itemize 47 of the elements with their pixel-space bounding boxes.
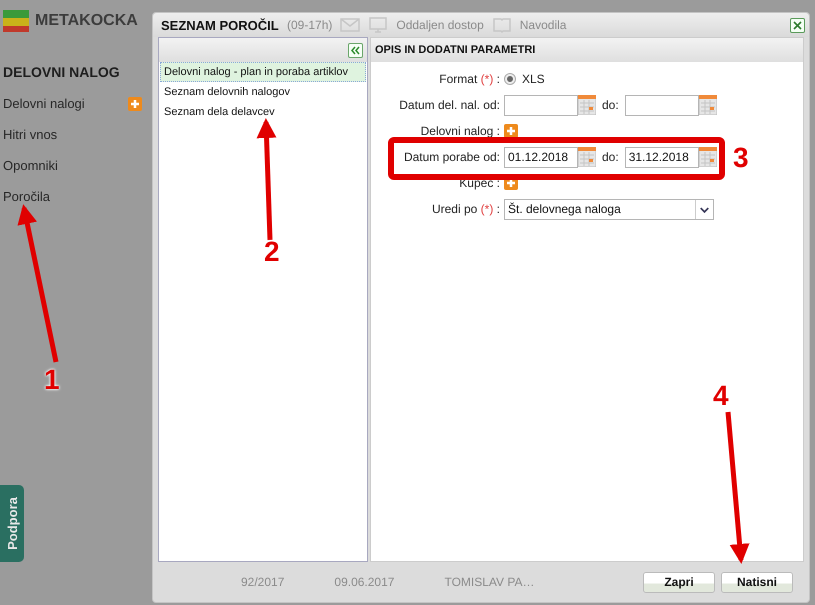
close-button[interactable]	[790, 18, 805, 32]
background-table-cell: 09.06.2017	[334, 575, 394, 589]
collapse-button[interactable]	[348, 42, 363, 58]
field-label: do:	[602, 150, 619, 164]
background-table-cell: 92/2017	[241, 575, 284, 589]
annotation-number: 2	[264, 236, 280, 268]
sidebar-item[interactable]: Opomniki	[3, 150, 152, 181]
hours-text: (09-17h)	[287, 18, 332, 32]
add-icon[interactable]	[504, 124, 518, 138]
field-label: Datum del. nal. od:	[398, 98, 500, 112]
field-label: Format (*) :	[438, 72, 500, 86]
logo-icon	[3, 10, 29, 32]
dialog-title: SEZNAM POROČIL	[161, 18, 279, 32]
monitor-icon	[368, 17, 388, 33]
support-tab[interactable]: Podpora	[0, 485, 24, 562]
panel-header: OPIS IN DODATNI PARAMETRI	[371, 38, 803, 62]
print-button[interactable]: Natisni	[721, 572, 793, 592]
sidebar-item[interactable]: Delovni nalogi	[3, 88, 152, 119]
background-table-cell: TOMISLAV PA…	[444, 575, 534, 589]
field-label: Kupec :	[458, 176, 500, 190]
sidebar-heading: DELOVNI NALOG	[3, 64, 121, 80]
field-label: Delovni nalog :	[420, 124, 500, 138]
date-field[interactable]	[504, 94, 578, 116]
date-field[interactable]: 31.12.2018	[624, 146, 699, 168]
field-label: Uredi po (*) :	[430, 202, 500, 216]
date-field[interactable]: 01.12.2018	[504, 146, 578, 168]
close-dialog-button[interactable]: Zapri	[643, 572, 715, 592]
annotation-number: 4	[713, 380, 729, 412]
date-field[interactable]	[624, 94, 699, 116]
field-label: Datum porabe od:	[402, 150, 500, 164]
double-chevron-icon[interactable]	[350, 46, 361, 54]
book-icon	[492, 17, 512, 33]
logo-text: METAKOCKA	[35, 12, 138, 30]
report-list-item[interactable]: Delovni nalog - plan in poraba artiklov	[160, 62, 366, 82]
annotation-number: 1	[44, 364, 60, 396]
report-list-item[interactable]: Seznam dela delavcev	[160, 102, 366, 122]
close-icon[interactable]	[793, 20, 802, 30]
select-field[interactable]: Št. delovnega naloga	[504, 198, 714, 220]
sidebar-item[interactable]: Poročila	[3, 181, 152, 212]
report-list-item[interactable]: Seznam delovnih nalogov	[160, 82, 366, 102]
radio-button[interactable]	[504, 73, 516, 85]
field-label: do:	[602, 98, 619, 112]
radio-label: XLS	[522, 72, 545, 86]
annotation-number: 3	[733, 142, 749, 174]
sidebar-item[interactable]: Hitri vnos	[3, 119, 152, 150]
add-icon[interactable]	[128, 96, 142, 110]
envelope-icon	[340, 17, 360, 33]
